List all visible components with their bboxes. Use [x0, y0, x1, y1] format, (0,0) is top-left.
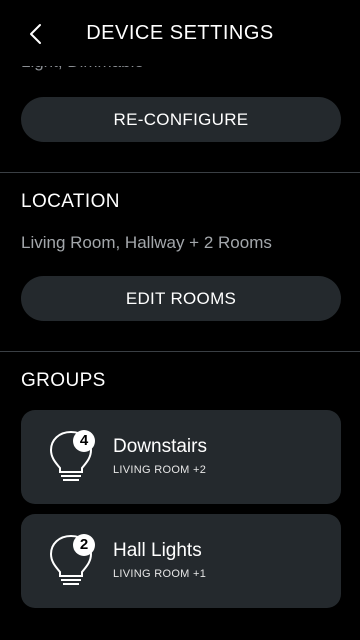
group-count-badge: 4 [73, 430, 95, 452]
reconfigure-button[interactable]: RE-CONFIGURE [21, 97, 341, 142]
divider [0, 172, 360, 173]
groups-heading: GROUPS [21, 370, 106, 391]
group-name: Hall Lights [113, 540, 202, 561]
location-rooms-text: Living Room, Hallway + 2 Rooms [21, 233, 272, 252]
group-rooms: LIVING ROOM +1 [113, 568, 207, 580]
page-title: DEVICE SETTINGS [86, 22, 274, 44]
group-rooms: LIVING ROOM +2 [113, 464, 207, 476]
divider [0, 351, 360, 352]
top-bar: DEVICE SETTINGS [0, 0, 360, 66]
group-card-hall-lights[interactable]: 2 Hall Lights LIVING ROOM +1 [21, 514, 341, 608]
edit-rooms-button[interactable]: EDIT ROOMS [21, 276, 341, 321]
location-heading: LOCATION [21, 191, 120, 212]
group-count-badge: 2 [73, 534, 95, 556]
group-name: Downstairs [113, 436, 207, 457]
group-card-downstairs[interactable]: 4 Downstairs LIVING ROOM +2 [21, 410, 341, 504]
